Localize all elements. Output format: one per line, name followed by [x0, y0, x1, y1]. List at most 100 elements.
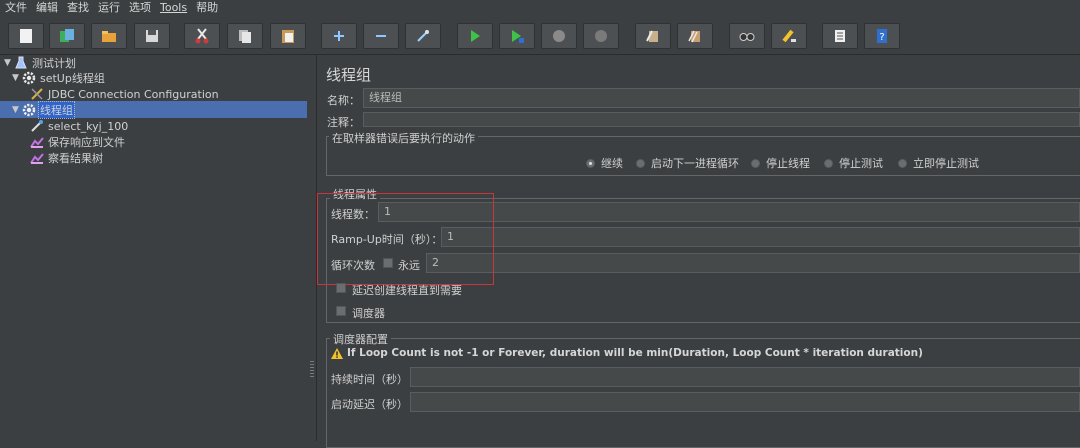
tree-item-thread-group[interactable]: ▼ 线程组 — [12, 101, 75, 119]
help-button[interactable]: ? — [864, 23, 900, 49]
paste-icon — [282, 30, 294, 43]
copy-button[interactable] — [227, 23, 263, 49]
radio-dot[interactable] — [824, 158, 833, 168]
forever-checkbox[interactable] — [383, 258, 393, 268]
radio-stop-thread[interactable]: 停止线程 — [751, 155, 810, 171]
function-helper-icon — [835, 30, 845, 42]
templates-icon — [60, 29, 74, 42]
copy-icon — [239, 30, 251, 43]
pane-splitter[interactable] — [308, 55, 317, 441]
tree-item-setup-thread-group[interactable]: ▼ setUp线程组 — [12, 70, 106, 86]
name-input[interactable]: 线程组 — [363, 88, 1080, 108]
threads-label: 线程数： — [331, 208, 375, 221]
open-icon — [102, 31, 116, 42]
wrench-icon — [30, 87, 44, 101]
warning-icon — [331, 347, 343, 359]
menu-options[interactable]: 选项 — [124, 0, 155, 16]
save-icon — [146, 30, 158, 42]
help-icon: ? — [877, 29, 887, 43]
stop-button[interactable] — [541, 23, 577, 49]
clear-all-icon — [688, 30, 700, 43]
expand-arrow-icon[interactable]: ▼ — [12, 105, 22, 115]
radio-continue[interactable]: 继续 — [586, 155, 623, 171]
new-icon — [20, 29, 32, 43]
paste-button[interactable] — [270, 23, 306, 49]
start-button[interactable] — [457, 23, 493, 49]
toggle-icon — [417, 30, 429, 42]
menu-help[interactable]: 帮助 — [191, 0, 222, 16]
radio-stop-test[interactable]: 停止测试 — [824, 155, 883, 171]
listener-chart-icon — [30, 135, 44, 149]
startup-delay-input[interactable] — [410, 392, 1080, 412]
menu-run[interactable]: 运行 — [93, 0, 124, 16]
clear-all-button[interactable] — [677, 23, 713, 49]
expand-arrow-icon[interactable]: ▼ — [4, 58, 14, 68]
scheduler-label: 调度器 — [352, 307, 385, 320]
test-plan-tree: ▼ 测试计划 ▼ setUp线程组 JDBC Connection Config… — [0, 55, 309, 441]
rampup-input[interactable]: 1 — [441, 227, 1080, 247]
thread-props-legend: 线程属性 — [330, 186, 380, 202]
function-helper-button[interactable] — [822, 23, 858, 49]
panel-title: 线程组 — [326, 66, 372, 84]
tree-item-test-plan[interactable]: ▼ 测试计划 — [4, 55, 77, 71]
search-button[interactable] — [729, 23, 765, 49]
delay-create-checkbox[interactable] — [336, 283, 346, 293]
scheduler-checkbox[interactable] — [336, 306, 346, 316]
menu-search[interactable]: 查找 — [62, 0, 93, 16]
radio-dot[interactable] — [636, 158, 645, 168]
gear-icon — [22, 71, 36, 85]
comment-input[interactable] — [363, 112, 1080, 127]
reset-search-button[interactable] — [771, 23, 807, 49]
collapse-button[interactable] — [363, 23, 399, 49]
splitter-grip[interactable] — [310, 361, 314, 379]
expand-icon — [334, 31, 344, 41]
expand-button[interactable] — [321, 23, 357, 49]
delay-create-label: 延迟创建线程直到需要 — [352, 284, 462, 297]
toolbar: ? — [0, 16, 1080, 55]
reset-search-icon — [782, 29, 796, 43]
gear-icon — [22, 103, 36, 117]
menu-file[interactable]: 文件 — [0, 0, 31, 16]
threads-input[interactable]: 1 — [378, 202, 1080, 222]
thread-group-panel: 线程组 名称： 线程组 注释： 在取样器错误后要执行的动作 继续 启动下一进程循… — [317, 55, 1080, 448]
menu-edit[interactable]: 编辑 — [31, 0, 62, 16]
collapse-icon — [376, 35, 386, 37]
test-plan-icon — [14, 56, 28, 70]
loop-label: 循环次数 — [331, 259, 375, 272]
svg-text:?: ? — [879, 32, 884, 43]
error-action-legend: 在取样器错误后要执行的动作 — [329, 130, 478, 146]
radio-stop-test-now[interactable]: 立即停止测试 — [898, 155, 979, 171]
rampup-label: Ramp-Up时间（秒）： — [331, 233, 443, 246]
search-icon — [739, 33, 755, 41]
tree-item-jdbc-config[interactable]: JDBC Connection Configuration — [30, 86, 220, 102]
toggle-button[interactable] — [405, 23, 441, 49]
menu-bar: 文件 编辑 查找 运行 选项 Tools 帮助 — [0, 0, 1080, 16]
radio-dot[interactable] — [586, 158, 595, 168]
save-button[interactable] — [134, 23, 170, 49]
radio-dot[interactable] — [898, 158, 907, 168]
expand-arrow-icon[interactable]: ▼ — [12, 73, 22, 83]
tree-item-jdbc-sampler[interactable]: select_kyj_100 — [30, 118, 129, 134]
tree-item-result-tree[interactable]: 察看结果树 — [30, 150, 104, 166]
loop-count-warning: If Loop Count is not -1 or Forever, dura… — [331, 347, 923, 359]
clear-button[interactable] — [635, 23, 671, 49]
menu-tools[interactable]: Tools — [155, 0, 191, 16]
radio-dot[interactable] — [751, 158, 760, 168]
start-no-pause-button[interactable] — [499, 23, 535, 49]
shutdown-button[interactable] — [583, 23, 619, 49]
open-button[interactable] — [91, 23, 127, 49]
comment-label: 注释： — [327, 116, 360, 129]
clear-icon — [646, 30, 658, 42]
tree-item-save-response[interactable]: 保存响应到文件 — [30, 134, 126, 150]
radio-start-next-loop[interactable]: 启动下一进程循环 — [636, 155, 739, 171]
stop-icon — [553, 30, 565, 42]
new-button[interactable] — [8, 23, 44, 49]
templates-button[interactable] — [49, 23, 85, 49]
duration-input[interactable] — [410, 367, 1080, 387]
scheduler-config-legend: 调度器配置 — [330, 331, 391, 347]
duration-label: 持续时间（秒） — [331, 373, 408, 386]
listener-chart-icon — [30, 151, 44, 165]
shutdown-icon — [595, 30, 607, 42]
cut-button[interactable] — [184, 23, 220, 49]
loop-count-input[interactable]: 2 — [426, 253, 1080, 273]
